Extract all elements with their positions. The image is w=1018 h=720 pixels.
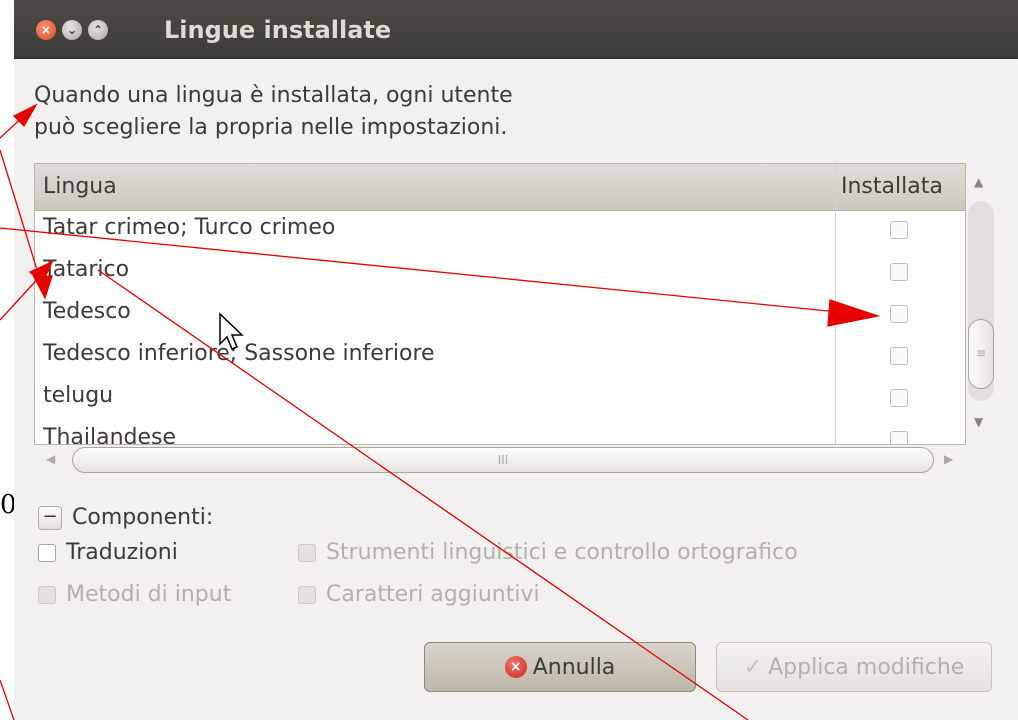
extra-fonts-checkbox — [298, 585, 316, 604]
translations-label: Traduzioni — [66, 540, 178, 565]
installed-checkbox[interactable] — [890, 389, 908, 407]
tools-checkbox — [298, 543, 316, 562]
language-name: telugu — [43, 383, 114, 408]
language-name: Tatarico — [43, 257, 130, 282]
language-name: Tedesco inferiore; Sassone inferiore — [43, 341, 435, 366]
list-item[interactable]: Tedesco — [35, 294, 965, 336]
vertical-scrollbar[interactable]: ▲ ≡ ▼ — [966, 163, 996, 443]
language-list[interactable]: Lingua Installata Tatar crimeo; Turco cr… — [34, 163, 966, 445]
list-item[interactable]: telugu — [35, 378, 965, 420]
list-item[interactable]: Thailandese — [35, 420, 965, 445]
title-bar: × ⌄ ⌃ Lingue installate — [14, 0, 1018, 59]
language-name: Tedesco — [43, 299, 131, 324]
cancel-icon: × — [504, 656, 527, 678]
minimize-icon[interactable]: ⌄ — [62, 20, 82, 40]
tools-label: Strumenti linguistici e controllo ortogr… — [326, 540, 798, 565]
scroll-down-icon[interactable]: ▼ — [974, 415, 983, 429]
background-document — [0, 0, 14, 720]
translations-checkbox[interactable] — [38, 543, 56, 562]
list-item[interactable]: Tatarico — [35, 252, 965, 294]
window-title: Lingue installate — [164, 16, 392, 44]
installed-checkbox[interactable] — [890, 263, 908, 281]
apply-changes-button-label: Applica modifiche — [768, 654, 965, 680]
cancel-button[interactable]: × Annulla — [424, 642, 696, 692]
info-line-1: Quando una lingua è installata, ogni ute… — [34, 83, 513, 108]
installed-checkbox[interactable] — [890, 431, 908, 444]
column-header-language[interactable]: Lingua — [43, 174, 117, 199]
language-name: Tatar crimeo; Turco crimeo — [43, 215, 336, 240]
info-text: Quando una lingua è installata, ogni ute… — [34, 80, 734, 144]
installed-checkbox[interactable] — [890, 347, 908, 365]
apply-changes-button: ✓ Applica modifiche — [716, 642, 992, 692]
checkmark-icon: ✓ — [743, 654, 763, 680]
scroll-up-icon[interactable]: ▲ — [974, 175, 983, 189]
list-item[interactable]: Tatar crimeo; Turco crimeo — [35, 210, 965, 252]
tools-option: Strumenti linguistici e controllo ortogr… — [298, 540, 798, 565]
list-item[interactable]: Tedesco inferiore; Sassone inferiore — [35, 336, 965, 378]
cancel-button-label: Annulla — [532, 654, 616, 680]
horizontal-scrollbar[interactable]: ◀ III ▶ — [34, 445, 964, 475]
installed-checkbox[interactable] — [890, 305, 908, 323]
language-name: Thailandese — [43, 425, 177, 445]
list-header: Lingua Installata — [35, 164, 965, 211]
info-line-2: può scegliere la propria nelle impostazi… — [34, 115, 508, 140]
input-methods-label: Metodi di input — [66, 582, 232, 607]
maximize-icon[interactable]: ⌃ — [88, 20, 108, 40]
components-section: − Componenti: — [38, 505, 213, 530]
extra-fonts-option: Caratteri aggiuntivi — [298, 582, 540, 607]
translations-option[interactable]: Traduzioni — [38, 540, 178, 565]
vertical-scroll-thumb[interactable]: ≡ — [968, 319, 994, 389]
collapse-icon[interactable]: − — [38, 505, 62, 530]
input-methods-checkbox — [38, 585, 56, 604]
installed-checkbox[interactable] — [890, 221, 908, 239]
column-header-installed[interactable]: Installata — [841, 174, 943, 199]
scroll-right-icon[interactable]: ▶ — [944, 452, 953, 466]
horizontal-scroll-thumb[interactable]: III — [72, 447, 934, 473]
components-label: Componenti: — [72, 505, 214, 530]
input-methods-option: Metodi di input — [38, 582, 231, 607]
close-icon[interactable]: × — [36, 20, 56, 40]
extra-fonts-label: Caratteri aggiuntivi — [326, 582, 540, 607]
scroll-left-icon[interactable]: ◀ — [46, 452, 55, 466]
vertical-scroll-track[interactable]: ≡ — [968, 201, 994, 401]
language-dialog: × ⌄ ⌃ Lingue installate Quando una lingu… — [14, 0, 1018, 720]
